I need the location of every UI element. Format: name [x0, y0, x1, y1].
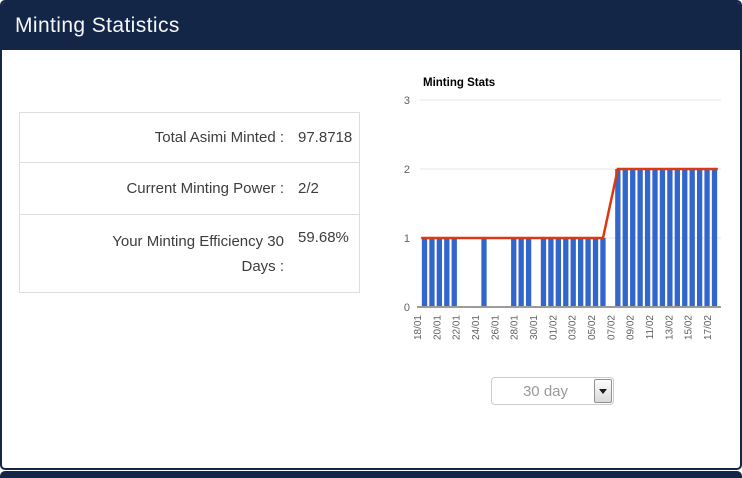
minting-statistics-card: Minting Statistics Total Asimi Minted : …: [0, 0, 742, 470]
svg-text:28/01: 28/01: [510, 315, 521, 340]
chart-panel: Minting Stats 0 1 2 3 18/01 20/01 22/01 24/01 26…: [397, 60, 742, 372]
table-row: Current Minting Power : 2/2: [19, 162, 360, 215]
stat-label-efficiency: Your Minting Efficiency 30 Days :: [19, 214, 288, 293]
stats-table: Total Asimi Minted : 97.8718 Current Min…: [19, 112, 360, 293]
svg-text:17/02: 17/02: [703, 315, 714, 340]
svg-text:18/01: 18/01: [413, 315, 424, 340]
svg-text:09/02: 09/02: [626, 315, 637, 340]
svg-text:05/02: 05/02: [587, 315, 598, 340]
stat-value-minting-power: 2/2: [288, 162, 360, 215]
svg-text:26/01: 26/01: [490, 315, 501, 340]
svg-text:0: 0: [404, 302, 410, 314]
range-select-value: 30 day: [522, 382, 569, 400]
range-select[interactable]: 30 day: [491, 377, 614, 405]
select-arrow-button[interactable]: [594, 379, 612, 403]
card-header: Minting Statistics: [2, 2, 740, 50]
stat-label-minting-power: Current Minting Power :: [19, 162, 288, 215]
svg-text:30/01: 30/01: [529, 315, 540, 340]
svg-text:11/02: 11/02: [645, 315, 656, 340]
svg-text:24/01: 24/01: [471, 315, 482, 340]
next-panel-strip: [0, 471, 742, 478]
svg-text:22/01: 22/01: [452, 315, 463, 340]
page-title: Minting Statistics: [15, 14, 180, 37]
stat-value-efficiency: 59.68%: [288, 214, 360, 293]
svg-text:1: 1: [404, 233, 410, 245]
svg-text:07/02: 07/02: [606, 315, 617, 340]
page-root: { "header": { "title": "Minting Statisti…: [0, 0, 742, 478]
svg-text:15/02: 15/02: [684, 315, 695, 340]
svg-text:20/01: 20/01: [432, 315, 443, 340]
table-row: Total Asimi Minted : 97.8718: [19, 112, 360, 163]
svg-text:2: 2: [404, 164, 410, 176]
table-row: Your Minting Efficiency 30 Days : 59.68%: [19, 214, 360, 293]
stat-value-total-minted: 97.8718: [288, 112, 360, 163]
svg-text:01/02: 01/02: [548, 315, 559, 340]
stat-label-total-minted: Total Asimi Minted :: [19, 112, 288, 163]
svg-text:3: 3: [404, 95, 410, 107]
caret-down-icon: [599, 388, 607, 394]
svg-text:03/02: 03/02: [568, 315, 579, 340]
minting-chart: 0 1 2 3 18/01 20/01 22/01 24/01 26/01 28/01 30/01 0…: [404, 95, 721, 340]
svg-text:13/02: 13/02: [664, 315, 675, 340]
